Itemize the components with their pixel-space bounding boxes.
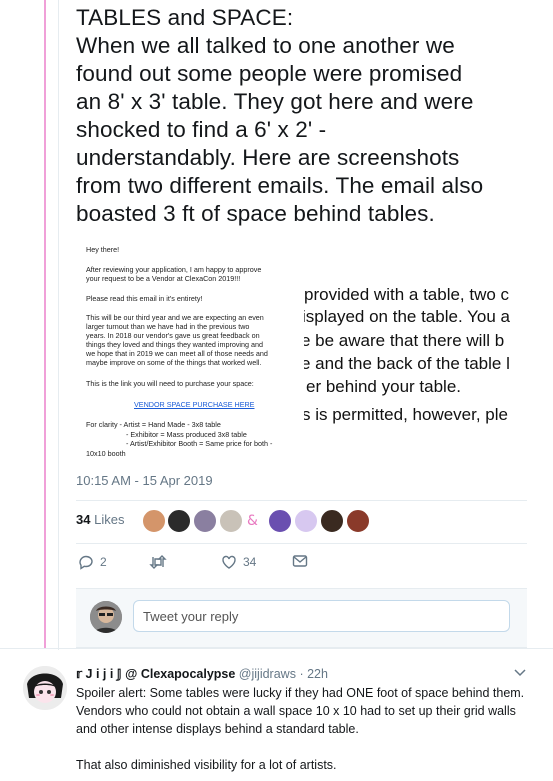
divider: [76, 500, 527, 501]
reply-icon: [79, 555, 93, 570]
email-text: This will be our third year and we are e…: [86, 313, 264, 322]
email-text: After reviewing your application, I am h…: [86, 265, 262, 274]
tweet-line: TABLES and SPACE:: [76, 5, 294, 30]
liker-avatar[interactable]: [167, 509, 191, 533]
author-name[interactable]: 𝕣 J i j i 𝕁 @ Clexapocalypse: [76, 667, 235, 681]
email-text: Hey there!: [86, 245, 120, 254]
like-count: 34: [243, 555, 257, 569]
tweet-text: TABLES and SPACE: When we all talked to …: [76, 4, 546, 228]
heart-icon: [222, 555, 236, 569]
email-text: For clarity - Artist = Hand Made - 3x8 t…: [86, 420, 221, 429]
email-screenshot-1[interactable]: Hey there! After reviewing your applicat…: [76, 236, 304, 462]
liker-avatar[interactable]: &: [245, 512, 261, 529]
reply-text: Spoiler alert: Some tables were lucky if…: [76, 684, 536, 774]
liker-avatar[interactable]: [294, 509, 318, 533]
reply-line: and other intense displays behind a stan…: [76, 722, 359, 736]
email-text: - Artist/Exhibitor Booth = Same price fo…: [126, 439, 273, 448]
tweet-media[interactable]: Hey there! After reviewing your applicat…: [76, 236, 526, 462]
author-handle[interactable]: @jijidraws: [239, 667, 296, 681]
likes-number: 34: [76, 512, 91, 527]
reply-header: 𝕣 J i j i 𝕁 @ Clexapocalypse @jijidraws …: [76, 666, 328, 681]
email-text: e and the back of the table l: [304, 354, 510, 373]
email-text: 10x10 booth: [86, 449, 126, 458]
email-text: s is permitted, however, ple: [304, 405, 508, 424]
likes-label: Likes: [94, 512, 125, 527]
reply-line: Spoiler alert: Some tables were lucky if…: [76, 686, 525, 700]
svg-text:&: &: [247, 513, 258, 528]
liker-avatar[interactable]: [268, 509, 292, 533]
tweet-line: from two different emails. The email als…: [76, 173, 484, 198]
liker-avatar[interactable]: [142, 509, 166, 533]
retweet-icon: [149, 555, 167, 569]
reply-tweet[interactable]: 𝕣 J i j i 𝕁 @ Clexapocalypse @jijidraws …: [0, 648, 553, 781]
tweet-line: found out some people were promised: [76, 61, 463, 86]
email-text: This is the link you will need to purcha…: [86, 379, 254, 388]
email-text: your request to be a Vendor at ClexaCon …: [86, 274, 241, 283]
like-action[interactable]: 34: [221, 554, 256, 570]
envelope-icon: [292, 555, 308, 567]
email-text: er behind your table.: [306, 377, 461, 396]
email-text: Please read this email in it's entirety!: [86, 294, 203, 303]
thread-connector-line: [44, 0, 46, 648]
liker-avatar[interactable]: [219, 509, 243, 533]
dm-action[interactable]: [292, 554, 308, 568]
email-text: isplayed on the table. You a: [304, 307, 510, 326]
reply-author-avatar[interactable]: [23, 666, 67, 710]
email-text: larger turnout than we have had in the p…: [86, 322, 250, 331]
tweet-actions: 2 34: [76, 554, 376, 574]
email-text: we hope that in 2019 we can meet all of …: [86, 349, 268, 358]
liker-avatar[interactable]: [320, 509, 344, 533]
chevron-down-icon[interactable]: [514, 669, 526, 677]
reply-line: [76, 738, 536, 756]
tweet-border: [58, 0, 59, 650]
current-user-avatar: [90, 601, 122, 633]
tweet-line: understandably. Here are screenshots: [76, 145, 460, 170]
likes-stat[interactable]: 34 Likes: [76, 512, 124, 527]
email-text: - Exhibitor = Mass produced 3x8 table: [126, 430, 247, 439]
tweet-line: shocked to find a 6' x 2' -: [76, 117, 327, 142]
email-text: maybe improve on some of the things that…: [86, 358, 262, 367]
liker-avatar[interactable]: [193, 509, 217, 533]
email-text: provided with a table, two c: [304, 285, 510, 304]
reply-time[interactable]: · 22h: [299, 667, 328, 681]
retweet-action[interactable]: [149, 554, 167, 570]
tweet-line: When we all talked to one another we: [76, 33, 455, 58]
reply-count: 2: [100, 555, 107, 569]
email-screenshot-2[interactable]: provided with a table, two c isplayed on…: [304, 282, 526, 426]
reply-composer: Tweet your reply: [76, 588, 527, 648]
reply-action[interactable]: 2: [78, 554, 107, 570]
email-text: things they loved and things they wanted…: [86, 340, 264, 349]
tweet-line: boasted 3 ft of space behind tables.: [76, 201, 435, 226]
email-text: e be aware that there will b: [304, 331, 505, 350]
email-text: years. In 2018 our vendor's gave us grea…: [86, 331, 260, 340]
vendor-link[interactable]: VENDOR SPACE PURCHASE HERE: [134, 400, 254, 409]
reply-input[interactable]: Tweet your reply: [133, 600, 510, 632]
divider: [76, 543, 527, 544]
reply-line: Vendors who could not obtain a wall spac…: [76, 704, 516, 718]
tweet-line: an 8' x 3' table. They got here and were: [76, 89, 474, 114]
liker-avatar[interactable]: [346, 509, 370, 533]
tweet-timestamp[interactable]: 10:15 AM - 15 Apr 2019: [76, 473, 213, 488]
reply-line: That also diminished visibility for a lo…: [76, 758, 337, 772]
